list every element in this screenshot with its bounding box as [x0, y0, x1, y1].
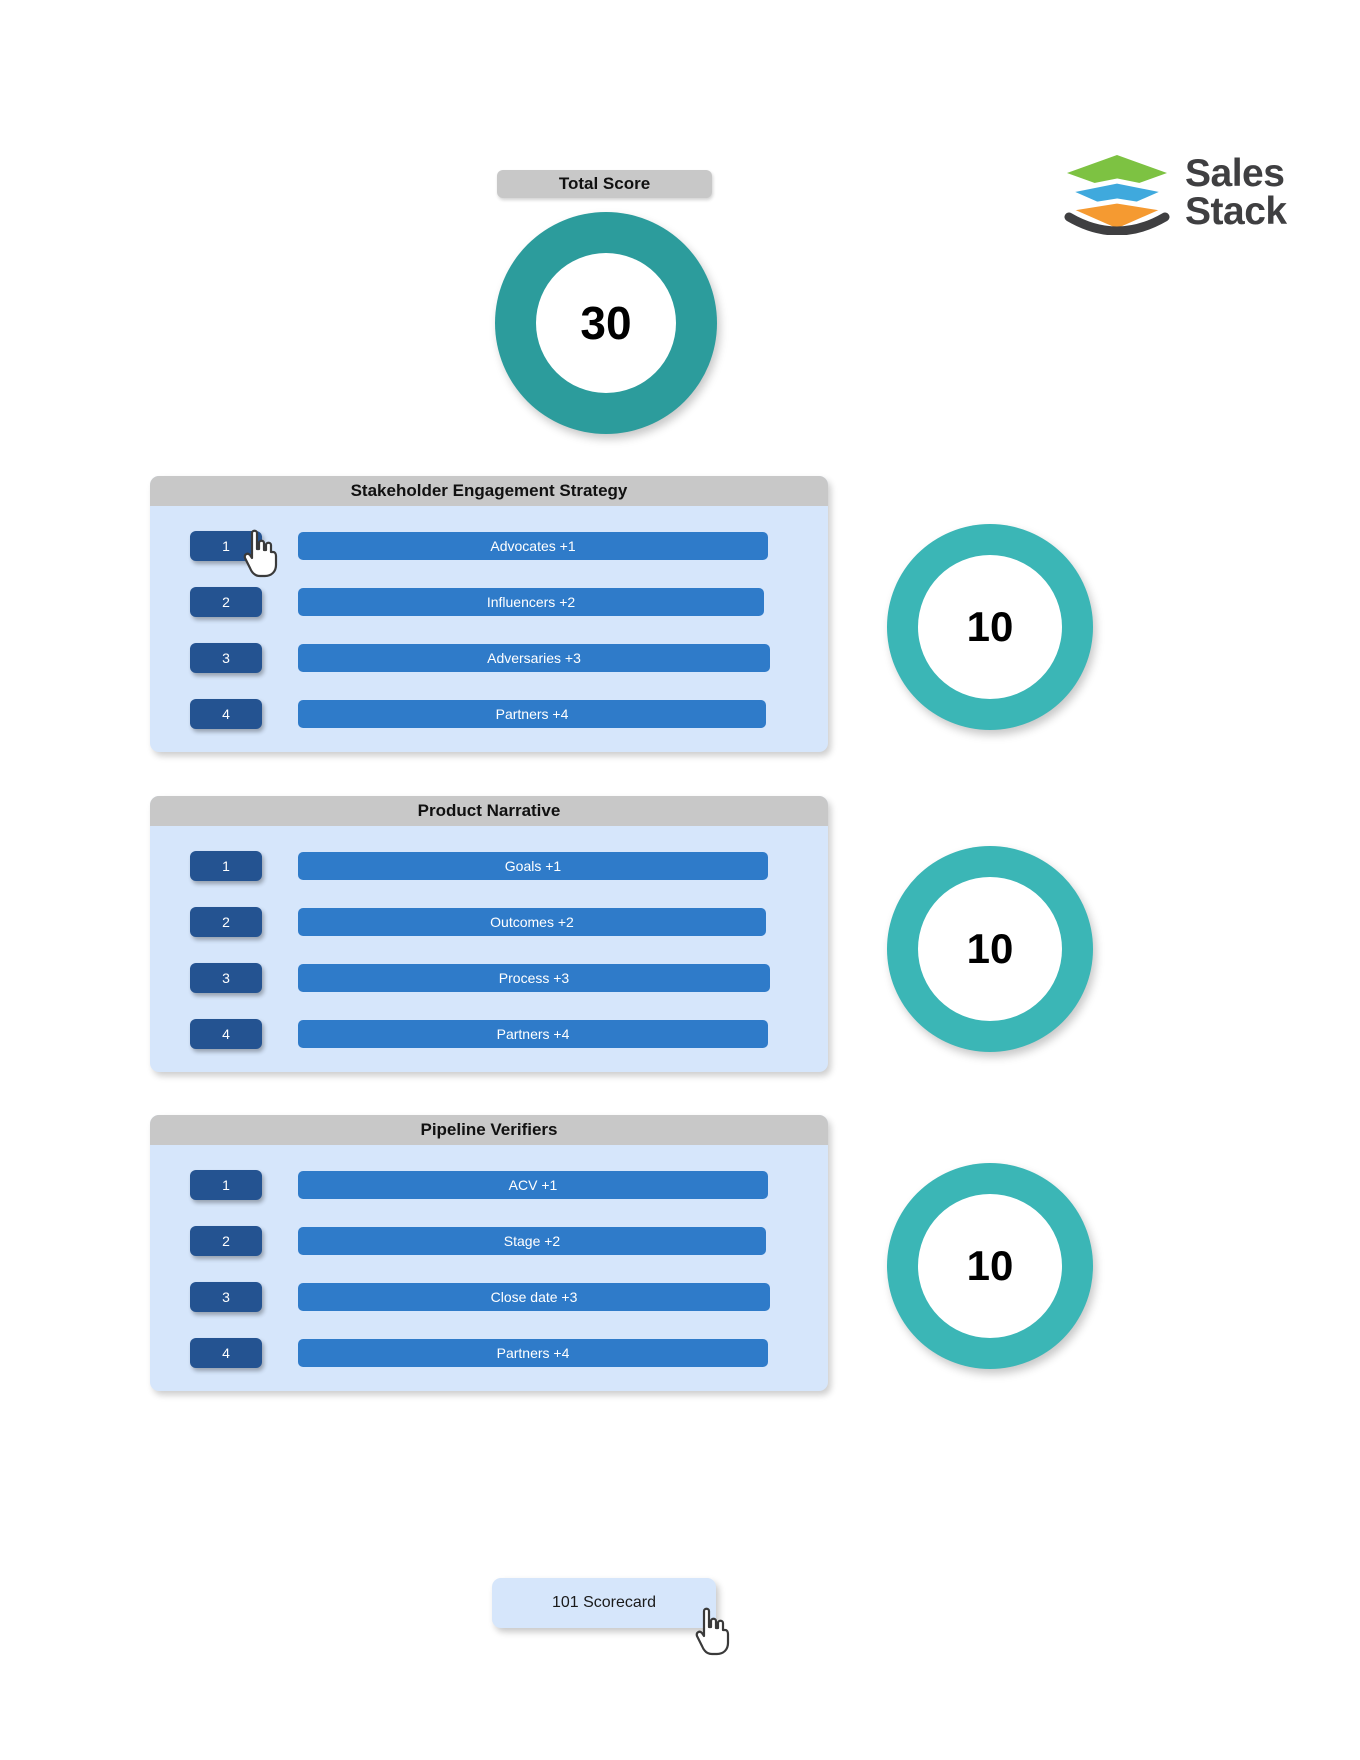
section-score-value-3: 10 [918, 1194, 1062, 1338]
row-number-button[interactable]: 2 [190, 587, 262, 617]
card-pipeline-verifiers: Pipeline Verifiers 1 ACV +1 2 Stage +2 3… [150, 1115, 828, 1391]
section-score-value-2: 10 [918, 877, 1062, 1021]
card-rows: 1 ACV +1 2 Stage +2 3 Close date +3 4 Pa… [150, 1145, 828, 1391]
table-row: 1 Goals +1 [150, 838, 828, 894]
row-option-button[interactable]: Partners +4 [298, 1020, 768, 1048]
table-row: 4 Partners +4 [150, 1006, 828, 1062]
total-score-value: 30 [536, 253, 676, 393]
row-option-button[interactable]: Process +3 [298, 964, 770, 992]
card-rows: 1 Advocates +1 2 Influencers +2 3 Advers… [150, 506, 828, 752]
row-option-button[interactable]: ACV +1 [298, 1171, 768, 1199]
scorecard-button[interactable]: 101 Scorecard [492, 1578, 716, 1628]
card-title: Pipeline Verifiers [150, 1115, 828, 1145]
table-row: 3 Process +3 [150, 950, 828, 1006]
card-product-narrative: Product Narrative 1 Goals +1 2 Outcomes … [150, 796, 828, 1072]
row-option-button[interactable]: Partners +4 [298, 1339, 768, 1367]
brand-name: Sales Stack [1185, 151, 1287, 233]
brand-logo: Sales Stack [1063, 148, 1303, 238]
stacked-layers-icon [1063, 155, 1171, 235]
section-score-donut-1: 10 [887, 524, 1093, 730]
table-row: 3 Adversaries +3 [150, 630, 828, 686]
row-number-button[interactable]: 3 [190, 1282, 262, 1312]
row-option-button[interactable]: Close date +3 [298, 1283, 770, 1311]
table-row: 1 Advocates +1 [150, 518, 828, 574]
row-number-button[interactable]: 3 [190, 963, 262, 993]
card-title: Stakeholder Engagement Strategy [150, 476, 828, 506]
table-row: 2 Outcomes +2 [150, 894, 828, 950]
row-option-button[interactable]: Partners +4 [298, 700, 766, 728]
row-number-button[interactable]: 4 [190, 1338, 262, 1368]
table-row: 4 Partners +4 [150, 686, 828, 742]
section-score-donut-2: 10 [887, 846, 1093, 1052]
card-title: Product Narrative [150, 796, 828, 826]
card-stakeholder-engagement-strategy: Stakeholder Engagement Strategy 1 Advoca… [150, 476, 828, 752]
row-number-button[interactable]: 4 [190, 1019, 262, 1049]
table-row: 3 Close date +3 [150, 1269, 828, 1325]
section-score-value-1: 10 [918, 555, 1062, 699]
section-score-donut-3: 10 [887, 1163, 1093, 1369]
row-number-button[interactable]: 1 [190, 851, 262, 881]
row-option-button[interactable]: Adversaries +3 [298, 644, 770, 672]
row-option-button[interactable]: Outcomes +2 [298, 908, 766, 936]
brand-name-line2: Stack [1185, 190, 1287, 233]
row-number-button[interactable]: 1 [190, 531, 262, 561]
row-option-button[interactable]: Advocates +1 [298, 532, 768, 560]
row-number-button[interactable]: 2 [190, 1226, 262, 1256]
row-number-button[interactable]: 1 [190, 1170, 262, 1200]
row-number-button[interactable]: 4 [190, 699, 262, 729]
row-number-button[interactable]: 3 [190, 643, 262, 673]
table-row: 2 Stage +2 [150, 1213, 828, 1269]
row-option-button[interactable]: Goals +1 [298, 852, 768, 880]
total-score-donut: 30 [495, 212, 717, 434]
table-row: 2 Influencers +2 [150, 574, 828, 630]
table-row: 1 ACV +1 [150, 1157, 828, 1213]
brand-name-line1: Sales [1185, 151, 1285, 195]
total-score-label: Total Score [497, 170, 712, 198]
row-number-button[interactable]: 2 [190, 907, 262, 937]
table-row: 4 Partners +4 [150, 1325, 828, 1381]
row-option-button[interactable]: Influencers +2 [298, 588, 764, 616]
row-option-button[interactable]: Stage +2 [298, 1227, 766, 1255]
card-rows: 1 Goals +1 2 Outcomes +2 3 Process +3 4 … [150, 826, 828, 1072]
